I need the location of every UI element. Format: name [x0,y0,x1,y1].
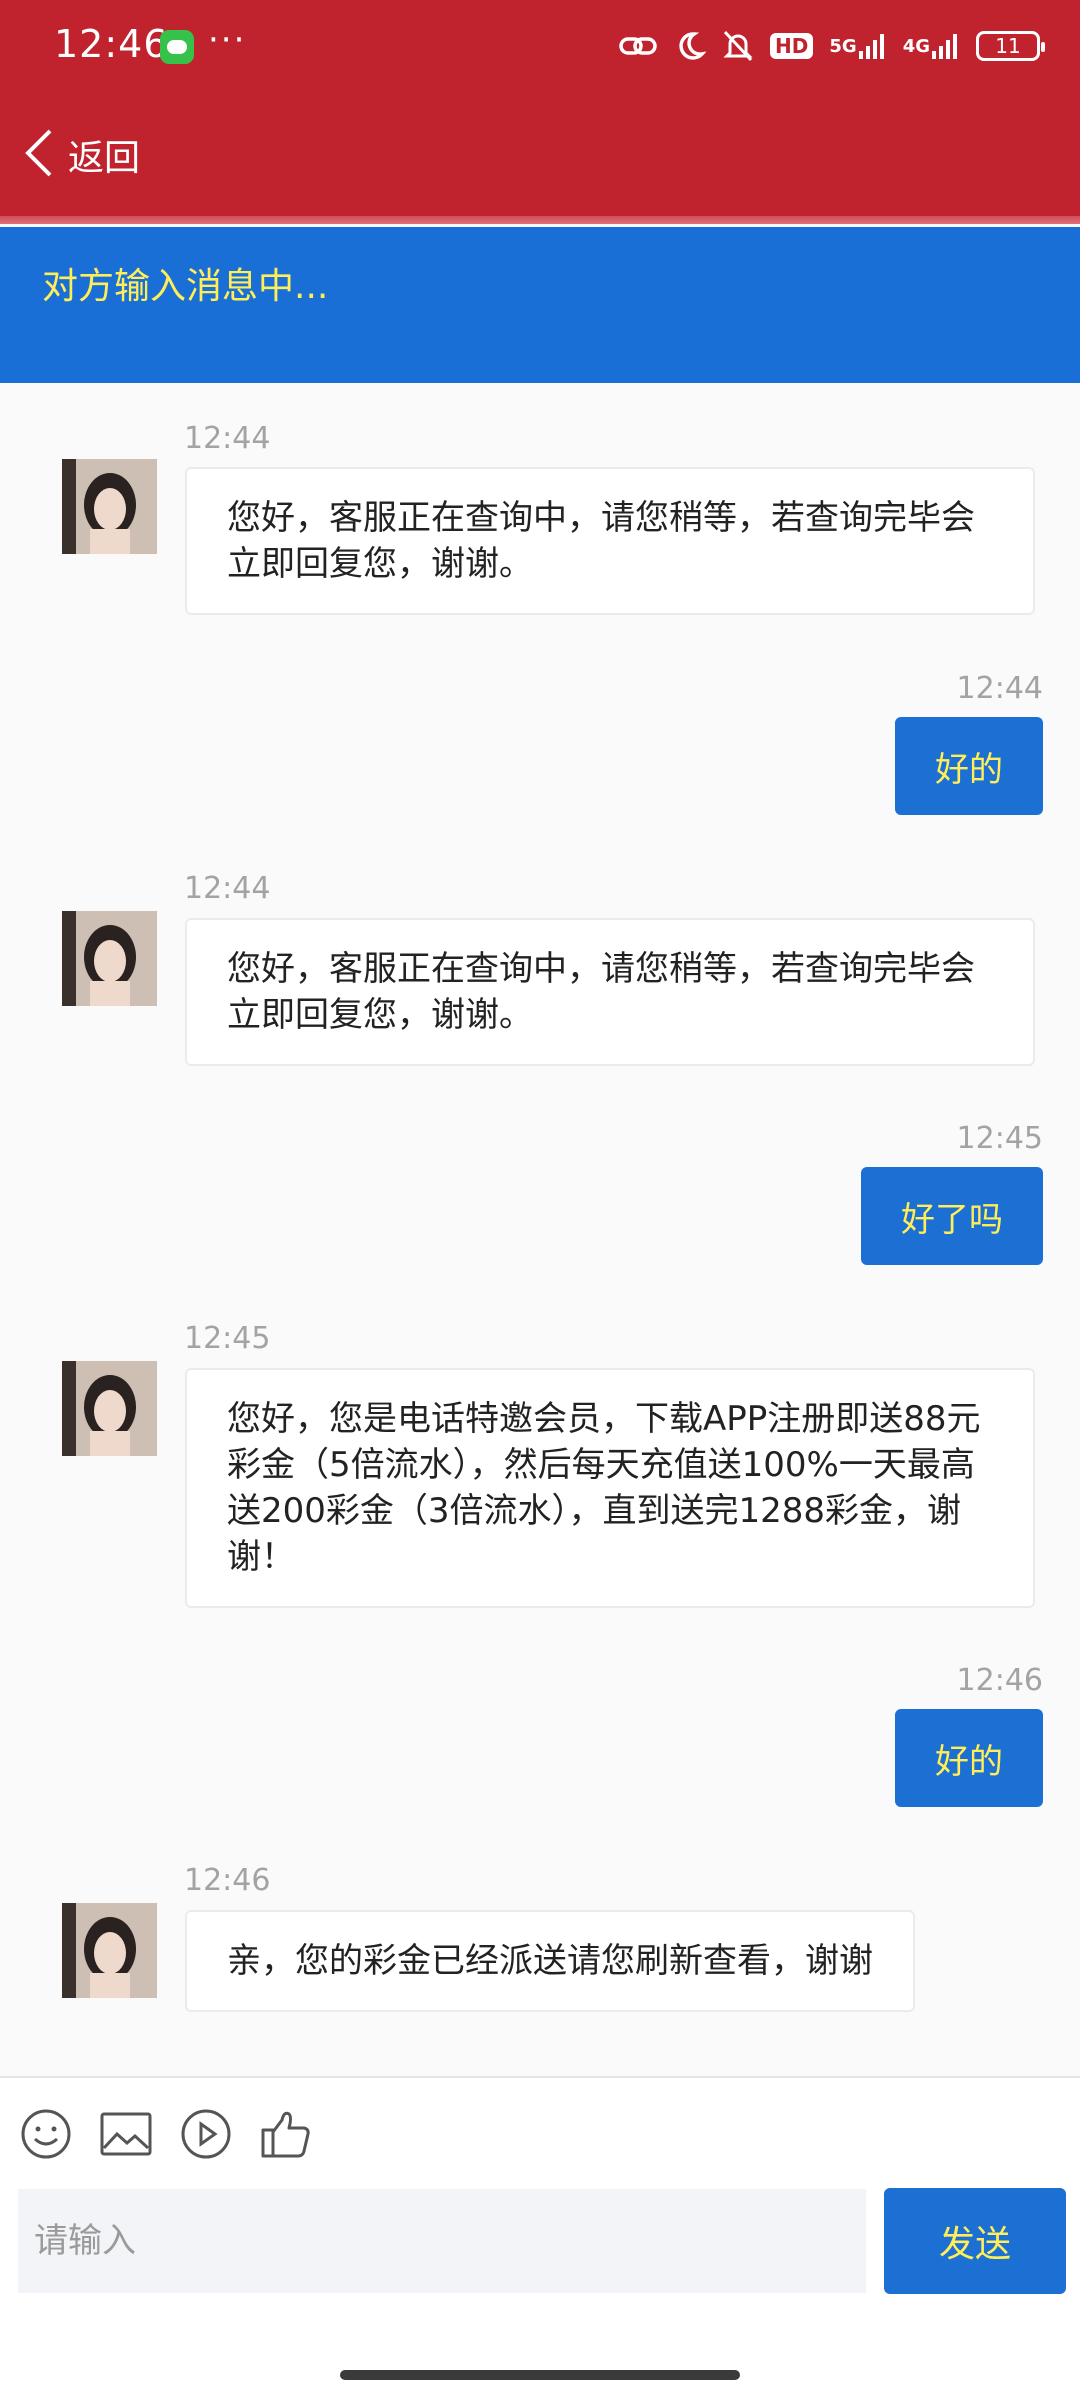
chat-message-list[interactable]: 12:44 您好，客服正在查询中，请您稍等，若查询完毕会立即回复您，谢谢。 12… [0,383,1080,2076]
network-5g-label: 5G [829,35,857,57]
message-text: 亲，您的彩金已经派送请您刷新查看，谢谢 [227,1941,873,1981]
back-button[interactable]: 返回 [24,115,140,195]
battery-icon: 11 [976,31,1045,61]
status-bar: 12:46 ··· HD 5G 4G 11 [0,0,1080,92]
composer-panel: 发送 [0,2076,1080,2400]
video-icon[interactable] [180,2108,232,2160]
message-timestamp: 12:45 [956,1121,1043,1156]
moon-icon [674,30,707,62]
send-button[interactable]: 发送 [884,2188,1066,2294]
emoji-icon[interactable] [20,2108,72,2160]
incoming-message-bubble[interactable]: 您好，客服正在查询中，请您稍等，若查询完毕会立即回复您，谢谢。 [185,467,1035,615]
agent-avatar[interactable] [62,911,157,1006]
typing-status-text: 对方输入消息中... [42,266,329,307]
signal-4g-icon: 4G [903,33,960,59]
message-text: 好了吗 [901,1199,1003,1240]
message-text: 您好，您是电话特邀会员，下载APP注册即送88元彩金（5倍流水），然后每天充值送… [227,1399,981,1577]
image-icon[interactable] [100,2108,152,2160]
agent-avatar[interactable] [62,1361,157,1456]
bell-muted-icon [722,29,754,63]
message-timestamp: 12:44 [184,871,271,906]
link-icon [618,31,658,61]
message-text: 好的 [935,749,1003,790]
agent-avatar[interactable] [62,459,157,554]
nav-header: 返回 [0,110,1080,200]
thumbs-up-icon[interactable] [260,2108,312,2160]
status-icons: HD 5G 4G 11 [618,24,1045,68]
chat-app-notification-icon [160,30,194,64]
message-text: 您好，客服正在查询中，请您稍等，若查询完毕会立即回复您，谢谢。 [227,498,975,584]
status-time: 12:46 [54,22,169,66]
battery-level: 11 [995,34,1021,58]
message-text: 好的 [935,1741,1003,1782]
back-label: 返回 [68,138,141,179]
message-text: 您好，客服正在查询中，请您稍等，若查询完毕会立即回复您，谢谢。 [227,949,975,1035]
message-timestamp: 12:44 [184,421,271,456]
incoming-message-bubble[interactable]: 您好，您是电话特邀会员，下载APP注册即送88元彩金（5倍流水），然后每天充值送… [185,1368,1035,1608]
message-timestamp: 12:46 [184,1863,271,1898]
outgoing-message-bubble[interactable]: 好的 [895,1709,1043,1807]
incoming-message-bubble[interactable]: 亲，您的彩金已经派送请您刷新查看，谢谢 [185,1910,915,2012]
message-input[interactable] [18,2189,866,2293]
signal-5g-icon: 5G [829,33,886,59]
incoming-message-bubble[interactable]: 您好，客服正在查询中，请您稍等，若查询完毕会立即回复您，谢谢。 [185,918,1035,1066]
typing-status-bar: 对方输入消息中... [0,227,1080,383]
chevron-left-icon [24,127,54,183]
message-timestamp: 12:46 [956,1663,1043,1698]
more-notifications-icon: ··· [208,20,247,60]
home-indicator[interactable] [340,2370,740,2380]
outgoing-message-bubble[interactable]: 好的 [895,717,1043,815]
network-4g-label: 4G [902,35,930,57]
outgoing-message-bubble[interactable]: 好了吗 [861,1167,1043,1265]
hd-voice-badge: HD [770,33,814,59]
message-timestamp: 12:45 [184,1321,271,1356]
agent-avatar[interactable] [62,1903,157,1998]
composer-toolbar [20,2108,312,2160]
message-timestamp: 12:44 [956,671,1043,706]
